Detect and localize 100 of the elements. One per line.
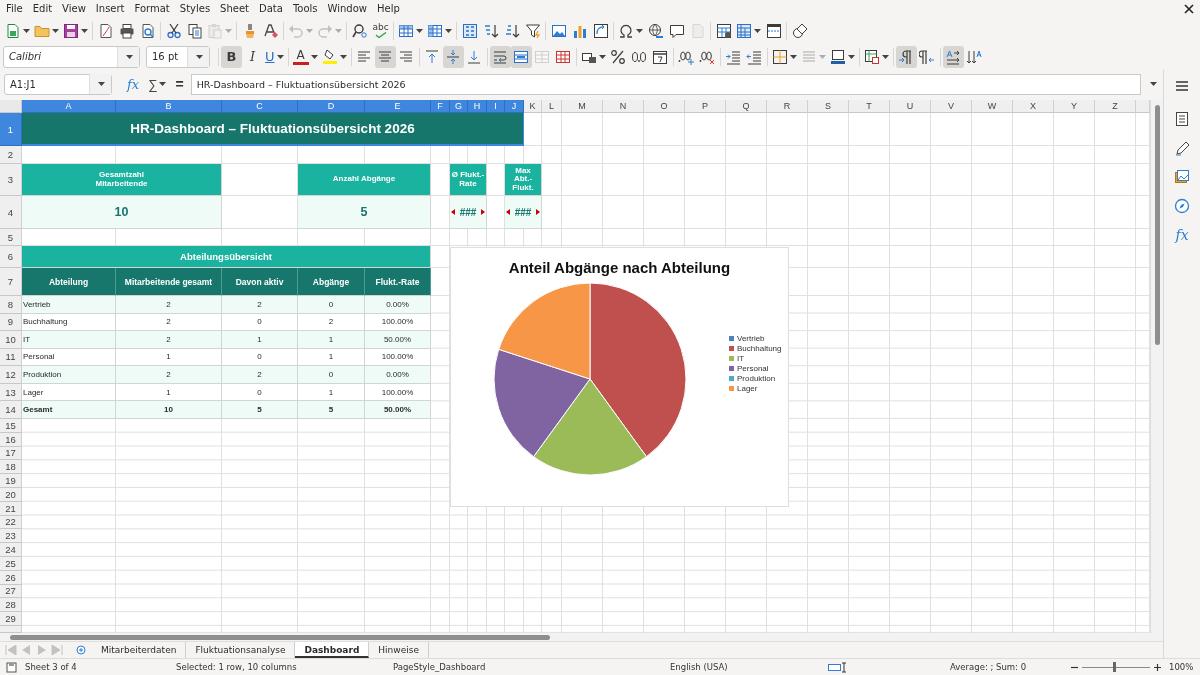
row-header[interactable]: 28 (0, 598, 22, 613)
menu-item[interactable]: File (1, 1, 28, 17)
sort-descending-icon (503, 22, 520, 39)
add-sheet-icon[interactable] (76, 645, 86, 655)
row-header[interactable]: 5 (0, 229, 22, 246)
ltr-button[interactable] (895, 45, 917, 68)
row-header[interactable]: 7 (0, 268, 22, 296)
menu-item[interactable]: Styles (174, 1, 216, 17)
font-color-button[interactable]: A (290, 45, 320, 68)
column-header[interactable]: H (468, 100, 487, 113)
menu-item[interactable]: Edit (27, 1, 58, 17)
menu-item[interactable]: Window (322, 1, 372, 17)
selection-mode-icon (828, 661, 848, 673)
table-cell: 10 (116, 401, 222, 419)
row-header[interactable]: 8 (0, 296, 22, 314)
column-header[interactable]: M (562, 100, 603, 113)
language-label: English (USA) (670, 662, 729, 672)
column-header[interactable]: B (116, 100, 222, 113)
bold-button[interactable]: B (221, 45, 242, 68)
shapes-icon (791, 22, 808, 39)
menu-item[interactable]: View (57, 1, 91, 17)
column-header[interactable]: N (603, 100, 644, 113)
row-header[interactable]: 14 (0, 401, 22, 419)
column-header[interactable]: V (931, 100, 972, 113)
row-header[interactable]: 18 (0, 460, 22, 475)
sheet-tab[interactable]: Mitarbeiterdaten (92, 642, 187, 658)
menu-item[interactable]: Help (372, 1, 405, 17)
close-icon[interactable] (1184, 4, 1194, 14)
column-header[interactable]: Z (1095, 100, 1136, 113)
name-box[interactable]: A1:J1 (4, 73, 112, 95)
column-header[interactable]: Y (1054, 100, 1095, 113)
merge-center-button[interactable] (510, 45, 532, 68)
formula-input-field[interactable]: HR-Dashboard – Fluktuationsübersicht 2026 (190, 73, 1141, 95)
font-name-box[interactable]: Calibri (3, 45, 140, 68)
italic-button[interactable]: I (242, 45, 263, 68)
scrollbar-thumb[interactable] (1154, 105, 1160, 345)
table-cell: 2 (116, 366, 222, 384)
menu-item[interactable]: Format (129, 1, 175, 17)
column-header[interactable]: T (849, 100, 890, 113)
formula-button[interactable]: = (172, 76, 187, 92)
split-window-icon (765, 22, 782, 39)
row-header[interactable]: 29 (0, 612, 22, 626)
menu-item[interactable]: Data (254, 1, 288, 17)
calendar-icon (652, 48, 668, 65)
scrollbar-thumb[interactable] (10, 634, 550, 640)
freeze-table-icon (736, 22, 752, 39)
row-header[interactable]: 1 (0, 113, 22, 146)
print-area-icon (715, 22, 732, 39)
column-header[interactable]: S (808, 100, 849, 113)
sum-status-label: Average: ; Sum: 0 (950, 662, 1028, 672)
column-header[interactable]: F (431, 100, 450, 113)
caret-icon (847, 54, 855, 59)
sheet-tab[interactable]: Dashboard (295, 642, 370, 658)
table-cell: 1 (222, 331, 298, 349)
column-header[interactable]: P (685, 100, 726, 113)
menu-item[interactable]: Insert (90, 1, 130, 17)
row-header[interactable]: 10 (0, 331, 22, 349)
sum-button[interactable]: ∑ (146, 76, 169, 92)
sheet-tab[interactable]: Hinweise (369, 642, 429, 658)
menu-item[interactable]: Sheet (215, 1, 255, 17)
column-header[interactable]: I (487, 100, 505, 113)
row-header[interactable]: 23 (0, 529, 22, 544)
column-header[interactable]: X (1013, 100, 1054, 113)
column-header[interactable]: K (524, 100, 542, 113)
gallery-icon (1174, 169, 1190, 185)
column-header[interactable]: R (767, 100, 808, 113)
zoom-in-icon[interactable] (1153, 662, 1162, 672)
column-header[interactable]: W (972, 100, 1013, 113)
row-header[interactable]: 6 (0, 246, 22, 268)
column-header[interactable]: E (365, 100, 431, 113)
column-header[interactable]: J (505, 100, 524, 113)
wrap-button[interactable] (489, 45, 511, 68)
column-header[interactable]: U (890, 100, 931, 113)
column-header[interactable]: O (644, 100, 685, 113)
table-cell: 50.00% (365, 331, 431, 349)
column-header[interactable]: Q (726, 100, 767, 113)
kpi-label-cell: Anzahl Abgänge (298, 164, 431, 196)
page-style-label: PageStyle_Dashboard (393, 662, 487, 672)
function-wizard-button[interactable]: fx (124, 76, 143, 92)
column-header[interactable]: D (298, 100, 365, 113)
column-header[interactable]: A (22, 100, 116, 113)
text-ltr-button[interactable] (942, 45, 964, 68)
row-header[interactable]: 12 (0, 366, 22, 384)
spelling-button[interactable]: abc (370, 19, 391, 42)
column-header[interactable]: C (222, 100, 298, 113)
row-header[interactable]: 24 (0, 543, 22, 557)
font-size-box[interactable]: 16 pt (146, 45, 210, 68)
align-middle-button[interactable] (442, 45, 464, 68)
menu-item[interactable]: Tools (287, 1, 323, 17)
table-cell: 0.00% (365, 296, 431, 314)
column-header[interactable]: G (450, 100, 468, 113)
functions-button[interactable]: fx (1171, 225, 1193, 245)
row-header[interactable]: 4 (0, 196, 22, 229)
row-header[interactable]: 3 (0, 164, 22, 196)
zoom-slider-thumb[interactable] (1112, 662, 1116, 672)
row-header[interactable]: 2 (0, 146, 22, 164)
underline-button[interactable]: U (263, 45, 286, 68)
column-header[interactable]: L (542, 100, 562, 113)
row-header[interactable]: 19 (0, 474, 22, 488)
wrap-text-icon (492, 48, 508, 65)
